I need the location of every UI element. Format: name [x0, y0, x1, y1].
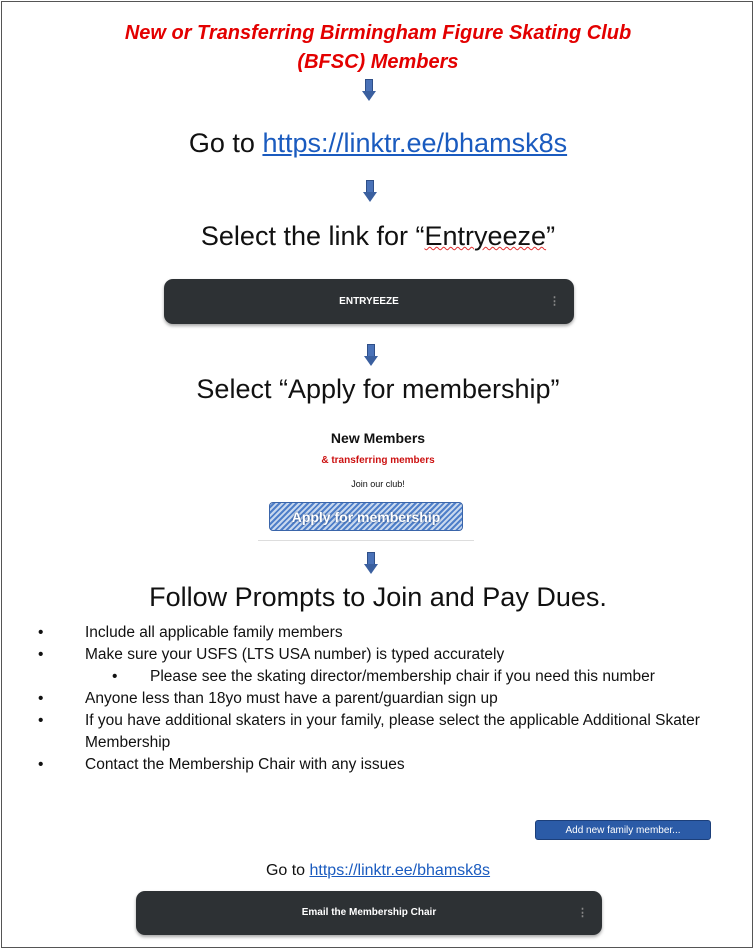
entryeeze-button[interactable]: ENTRYEEZE ⋮ [164, 279, 574, 324]
down-arrow-icon [362, 79, 376, 101]
footer-go-to-label: Go to [265, 862, 310, 879]
step-select-suffix: ” [546, 221, 556, 251]
kebab-menu-icon[interactable]: ⋮ [549, 279, 560, 324]
step-follow-prompts: Follow Prompts to Join and Pay Dues. [149, 582, 607, 612]
list-item: Anyone less than 18yo must have a parent… [38, 688, 748, 710]
entryeeze-button-label: ENTRYEEZE [339, 296, 399, 307]
down-arrow-icon [364, 552, 378, 574]
email-membership-chair-button[interactable]: Email the Membership Chair ⋮ [136, 891, 602, 935]
list-item-sub: Please see the skating director/membersh… [38, 666, 748, 688]
step-select-prefix: Select the link for “ [200, 221, 425, 251]
new-members-title: New Members [330, 430, 426, 446]
entryeeze-word: Entryeeze [424, 221, 547, 251]
step-apply: Select “Apply for membership” [196, 374, 560, 404]
list-item: Contact the Membership Chair with any is… [38, 754, 748, 776]
instructions-list: Include all applicable family members Ma… [38, 622, 748, 776]
email-button-label: Email the Membership Chair [301, 907, 437, 918]
list-item: If you have additional skaters in your f… [38, 710, 725, 754]
kebab-menu-icon[interactable]: ⋮ [577, 891, 588, 935]
list-item: Make sure your USFS (LTS USA number) is … [38, 644, 748, 666]
new-members-subtitle: & transferring members [321, 455, 435, 466]
page-title-line1: New or Transferring Birmingham Figure Sk… [124, 22, 632, 44]
apply-membership-button[interactable]: Apply for membership [269, 502, 463, 531]
footer-linktree-link[interactable]: https://linktr.ee/bhamsk8s [310, 862, 491, 879]
footer-go-to: Go to https://linktr.ee/bhamsk8s [0, 862, 756, 880]
divider [258, 540, 474, 541]
list-item: Include all applicable family members [38, 622, 748, 644]
step-go-to-label: Go to [188, 128, 263, 158]
linktree-link[interactable]: https://linktr.ee/bhamsk8s [262, 128, 567, 158]
join-club-text: Join our club! [351, 479, 405, 489]
add-family-member-button[interactable]: Add new family member... [535, 820, 711, 840]
step-go-to: Go to https://linktr.ee/bhamsk8s [0, 128, 756, 159]
page-title-line2: (BFSC) Members [297, 51, 459, 73]
down-arrow-icon [364, 344, 378, 366]
down-arrow-icon [363, 180, 377, 202]
step-select-entryeeze: Select the link for “Entryeeze” [0, 221, 756, 252]
